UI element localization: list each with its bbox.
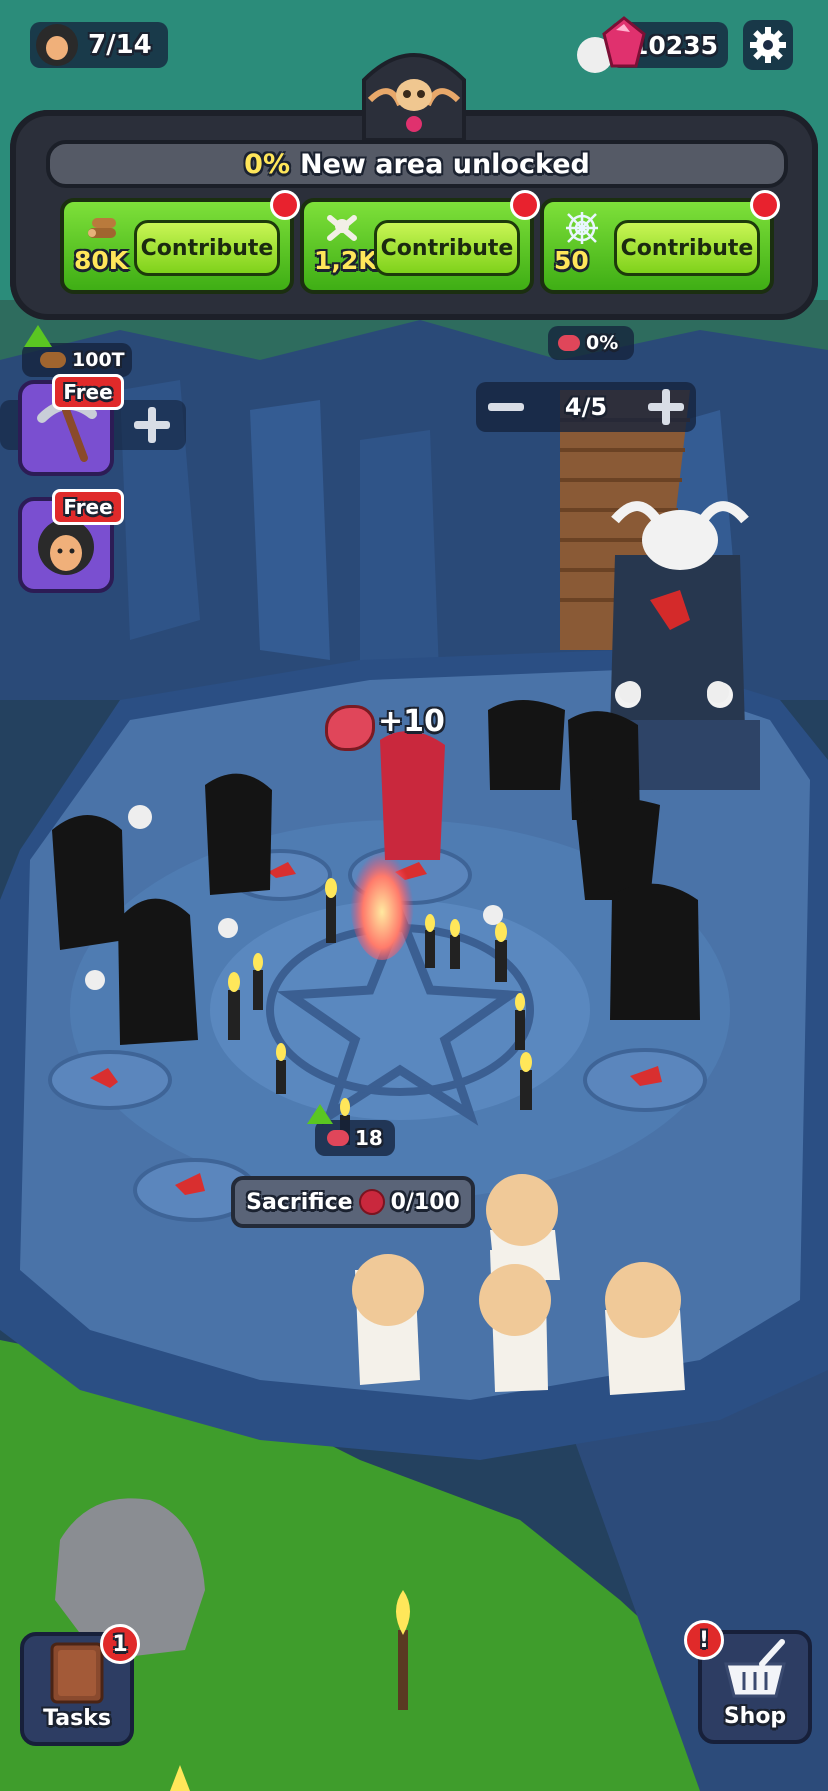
- skull-emblem-icon: [350, 40, 478, 142]
- free-badge: Free: [52, 489, 124, 525]
- spiderweb-icon: [566, 212, 598, 244]
- population-value: 7/14: [88, 30, 152, 60]
- sacrifice-label: Sacrifice: [246, 1189, 353, 1215]
- meat-count-value: 18: [355, 1126, 383, 1150]
- meat-percent-label: 0%: [548, 326, 634, 360]
- wood-logs-icon: [88, 218, 116, 238]
- notification-dot: [270, 190, 300, 220]
- bones-amount: 1,2K: [314, 246, 378, 275]
- area-progress-percent: 0%: [244, 148, 290, 180]
- cultist-slot-control: 4/5: [476, 382, 696, 432]
- plus-icon[interactable]: [134, 407, 170, 443]
- sacrifice-button[interactable]: Sacrifice 0/100: [231, 1176, 475, 1228]
- area-progress-label: New area unlocked: [300, 148, 590, 180]
- settings-button[interactable]: [743, 20, 793, 70]
- cultist-face-icon: [36, 24, 78, 66]
- contribute-wood-button[interactable]: Contribute: [134, 220, 280, 276]
- wood-cost-label: 100T: [22, 325, 132, 377]
- tasks-label: Tasks: [43, 1706, 111, 1731]
- sacrifice-value: 0/100: [390, 1189, 460, 1215]
- gear-icon: [750, 27, 786, 63]
- wood-cost-value: 100T: [72, 349, 125, 371]
- meat-percent-value: 0%: [586, 332, 619, 354]
- notification-dot: [750, 190, 780, 220]
- contribute-card-bones: 1,2K Contribute: [300, 198, 534, 294]
- shop-alert-badge: !: [684, 1620, 724, 1660]
- upgrade-arrow-icon: [307, 1104, 333, 1124]
- wood-amount: 80K: [74, 246, 129, 275]
- plus-icon[interactable]: [647, 389, 684, 425]
- free-badge: Free: [52, 374, 124, 410]
- contribute-card-web: 50 Contribute: [540, 198, 774, 294]
- bones-icon: [327, 215, 357, 241]
- area-progress-bar: 0% New area unlocked: [46, 140, 788, 188]
- meat-gain-popup: +10: [378, 704, 445, 739]
- web-amount: 50: [554, 246, 589, 275]
- shop-label: Shop: [723, 1704, 787, 1729]
- meat-icon: [327, 1130, 349, 1146]
- meat-icon: [325, 705, 375, 751]
- pentagram-icon: [358, 1189, 385, 1215]
- upgrade-arrow-icon: [24, 325, 52, 347]
- gem-icon: [600, 16, 648, 72]
- meat-count-label: 18: [307, 1104, 395, 1156]
- contribute-card-wood: 80K Contribute: [60, 198, 294, 294]
- minus-icon[interactable]: [488, 403, 524, 411]
- wood-logs-icon: [40, 352, 66, 368]
- contribute-web-button[interactable]: Contribute: [614, 220, 760, 276]
- meat-icon: [558, 335, 580, 351]
- notification-dot: [510, 190, 540, 220]
- tasks-badge: 1: [100, 1624, 140, 1664]
- population-counter: 7/14: [30, 22, 168, 68]
- cultist-slot-value: 4/5: [564, 393, 608, 421]
- contribute-bones-button[interactable]: Contribute: [374, 220, 520, 276]
